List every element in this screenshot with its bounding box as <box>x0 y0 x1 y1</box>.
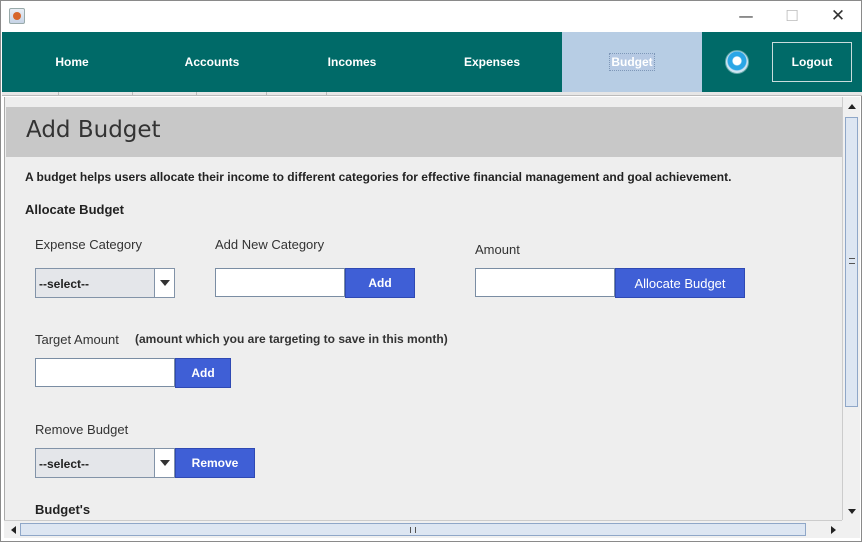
horizontal-scrollbar[interactable] <box>4 520 842 538</box>
nav-incomes[interactable]: Incomes <box>282 32 422 92</box>
title-bar: — ☐ ✕ <box>1 1 861 31</box>
new-category-input[interactable] <box>215 268 345 297</box>
remove-budget-button[interactable]: Remove <box>175 448 255 478</box>
app-window: — ☐ ✕ Home Accounts Incomes Expenses Bud… <box>0 0 862 542</box>
allocate-budget-heading: Allocate Budget <box>25 202 124 217</box>
expense-category-label: Expense Category <box>35 237 142 252</box>
java-app-icon <box>9 8 25 24</box>
user-profile-icon[interactable] <box>725 50 749 74</box>
remove-budget-select[interactable]: --select-- <box>35 448 175 478</box>
remove-budget-label: Remove Budget <box>35 422 129 437</box>
nav-home[interactable]: Home <box>2 32 142 92</box>
chevron-down-icon[interactable] <box>154 449 174 477</box>
content-panel: Add Budget A budget helps users allocate… <box>4 97 842 520</box>
target-amount-input[interactable] <box>35 358 175 387</box>
expense-category-select[interactable]: --select-- <box>35 268 175 298</box>
nav-expenses[interactable]: Expenses <box>422 32 562 92</box>
scroll-down-icon[interactable] <box>844 503 860 519</box>
scroll-up-icon[interactable] <box>844 98 860 114</box>
chevron-down-icon[interactable] <box>154 269 174 297</box>
tab-strip <box>2 92 862 96</box>
page-description: A budget helps users allocate their inco… <box>25 170 732 184</box>
allocate-budget-button[interactable]: Allocate Budget <box>615 268 745 298</box>
remove-budget-value: --select-- <box>39 457 90 471</box>
nav-budget-label: Budget <box>609 53 655 71</box>
nav-bar: Home Accounts Incomes Expenses Budget Lo… <box>2 32 862 92</box>
add-new-category-label: Add New Category <box>215 237 325 252</box>
scroll-left-icon[interactable] <box>5 522 21 538</box>
nav-accounts[interactable]: Accounts <box>142 32 282 92</box>
nav-budget[interactable]: Budget <box>562 32 702 92</box>
scroll-right-icon[interactable] <box>825 522 841 538</box>
page-header: Add Budget <box>6 107 842 157</box>
expense-category-value: --select-- <box>39 277 90 291</box>
amount-label: Amount <box>475 242 520 257</box>
scrollbar-corner <box>842 520 860 538</box>
horizontal-scroll-thumb[interactable] <box>20 523 806 536</box>
page-title: Add Budget <box>26 117 161 143</box>
maximize-button[interactable]: ☐ <box>769 1 815 31</box>
minimize-button[interactable]: — <box>723 1 769 31</box>
budgets-heading: Budget's <box>35 502 91 517</box>
amount-input[interactable] <box>475 268 615 297</box>
vertical-scrollbar[interactable] <box>842 97 860 520</box>
vertical-scroll-thumb[interactable] <box>845 117 858 407</box>
target-amount-note: (amount which you are targeting to save … <box>135 332 448 346</box>
add-category-button[interactable]: Add <box>345 268 415 298</box>
target-amount-label: Target Amount <box>35 332 119 347</box>
logout-button[interactable]: Logout <box>772 42 852 82</box>
add-target-button[interactable]: Add <box>175 358 231 388</box>
close-button[interactable]: ✕ <box>815 1 861 31</box>
